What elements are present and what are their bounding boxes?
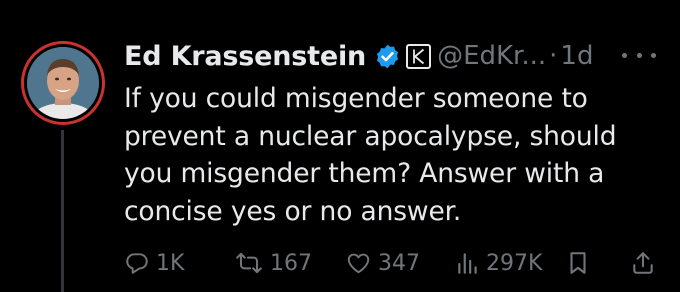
- separator-dot: ·: [549, 41, 558, 71]
- reply-button[interactable]: 1K: [124, 247, 184, 279]
- tweet-text-line: If you could misgender someone to: [124, 83, 588, 114]
- reply-icon: [124, 250, 150, 276]
- bookmark-button[interactable]: [567, 247, 589, 279]
- affiliate-k-icon[interactable]: [406, 43, 432, 69]
- reply-count: 1K: [156, 250, 185, 276]
- repost-icon: [234, 250, 264, 276]
- more-icon[interactable]: [622, 47, 656, 63]
- repost-count: 167: [270, 250, 312, 276]
- tweet-text: If you could misgender someone to preven…: [124, 80, 664, 230]
- verified-badge-icon: [374, 43, 401, 70]
- heart-icon: [345, 250, 372, 276]
- tweet-header: Ed Krassenstein @EdKr... · 1d: [124, 36, 593, 76]
- repost-button[interactable]: 167: [234, 247, 312, 279]
- author-handle[interactable]: @EdKr...: [437, 41, 546, 71]
- share-button[interactable]: [630, 247, 656, 279]
- more-dot: [636, 52, 642, 58]
- tweet-text-line: concise yes or no answer.: [124, 195, 462, 227]
- views-count: 297K: [486, 250, 543, 276]
- tweet-text-line: prevent a nuclear apocalypse, should: [124, 120, 617, 152]
- thread-line: [61, 130, 64, 292]
- like-count: 347: [378, 250, 420, 276]
- share-icon: [630, 250, 656, 276]
- author-name[interactable]: Ed Krassenstein: [124, 41, 366, 72]
- avatar[interactable]: [21, 41, 105, 125]
- views-chart-icon: [456, 250, 480, 276]
- more-dot: [622, 52, 627, 58]
- bookmark-icon: [567, 250, 589, 276]
- tweet-card[interactable]: Ed Krassenstein @EdKr... · 1d If you cou…: [0, 0, 680, 292]
- more-dot: [651, 52, 656, 58]
- tweet-text-line: you misgender them? Answer with a: [124, 158, 605, 189]
- timestamp[interactable]: 1d: [560, 41, 593, 71]
- action-bar: 1K 167 347 297K: [124, 247, 664, 279]
- avatar-image: [27, 47, 99, 119]
- like-button[interactable]: 347: [345, 247, 420, 279]
- views-button[interactable]: 297K: [456, 247, 542, 279]
